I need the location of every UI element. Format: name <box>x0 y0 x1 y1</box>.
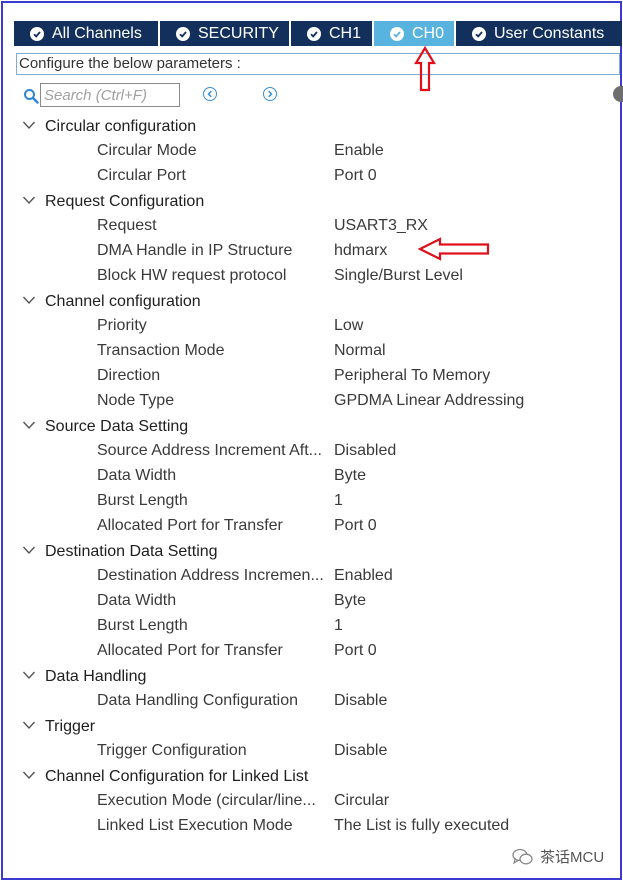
section-title: Request Configuration <box>45 193 205 210</box>
param-value[interactable]: Port 0 <box>334 163 377 188</box>
param-name: Data Width <box>97 467 177 484</box>
section-title: Source Data Setting <box>45 418 189 435</box>
tab-user-constants[interactable]: User Constants <box>456 21 622 46</box>
param-name: Source Address Increment Aft... <box>97 442 322 459</box>
tab-ch1[interactable]: CH1 <box>291 21 374 46</box>
chevron-down-icon[interactable] <box>22 188 36 205</box>
check-icon <box>390 26 404 41</box>
section-title: Data Handling <box>45 668 147 685</box>
param-name: Destination Address Incremen... <box>97 567 324 584</box>
section-title: Channel Configuration for Linked List <box>45 768 309 785</box>
tab-label: All Channels <box>52 24 142 42</box>
param-value[interactable]: Port 0 <box>334 638 377 663</box>
chevron-down-icon[interactable] <box>22 713 36 730</box>
param-value[interactable]: Disable <box>334 688 387 713</box>
param-value[interactable]: Enabled <box>334 563 393 588</box>
chat-bubble-icon <box>512 848 533 864</box>
section-header[interactable]: Circular configuration <box>22 113 196 138</box>
param-value[interactable]: hdmarx <box>334 238 387 263</box>
search-input[interactable] <box>40 83 180 107</box>
tab-all-channels[interactable]: All Channels <box>14 21 160 46</box>
param-value[interactable]: Circular <box>334 788 389 813</box>
param-name: Direction <box>97 367 161 384</box>
param-name: Allocated Port for Transfer <box>97 642 283 659</box>
chevron-left-icon <box>207 90 212 98</box>
tab-bar: All Channels SECURITY CH1 CH0 User Const… <box>14 21 622 46</box>
param-value[interactable]: 1 <box>334 613 343 638</box>
param-name: Circular Port <box>97 167 186 184</box>
chevron-down-icon[interactable] <box>22 413 36 430</box>
next-result-button[interactable] <box>263 87 277 101</box>
param-name: Trigger Configuration <box>97 742 247 759</box>
param-name: Data Width <box>97 592 177 609</box>
tab-ch0[interactable]: CH0 <box>374 21 456 46</box>
section-header[interactable]: Data Handling <box>22 663 146 688</box>
param-value[interactable]: USART3_RX <box>334 213 428 238</box>
param-name: Transaction Mode <box>97 342 225 359</box>
tab-security[interactable]: SECURITY <box>160 21 291 46</box>
annotation-arrow-up <box>414 46 436 92</box>
param-name: Allocated Port for Transfer <box>97 517 283 534</box>
tab-label: SECURITY <box>198 24 279 42</box>
param-name: Circular Mode <box>97 142 197 159</box>
param-value[interactable]: Byte <box>334 588 366 613</box>
param-name: Node Type <box>97 392 175 409</box>
section-title: Circular configuration <box>45 118 197 135</box>
param-value[interactable]: 1 <box>334 488 343 513</box>
chevron-down-icon[interactable] <box>22 538 36 555</box>
param-name: Block HW request protocol <box>97 267 287 284</box>
param-value[interactable]: The List is fully executed <box>334 813 509 838</box>
section-header[interactable]: Channel configuration <box>22 288 201 313</box>
tab-label: CH1 <box>329 24 362 42</box>
param-name: Linked List Execution Mode <box>97 817 293 834</box>
tab-label: User Constants <box>494 24 605 42</box>
param-value[interactable]: Peripheral To Memory <box>334 363 490 388</box>
chevron-right-icon <box>268 90 273 98</box>
param-value[interactable]: Disable <box>334 738 387 763</box>
param-value[interactable]: GPDMA Linear Addressing <box>334 388 524 413</box>
section-title: Channel configuration <box>45 293 201 310</box>
panel-edge-handle[interactable] <box>613 86 623 102</box>
section-header[interactable]: Request Configuration <box>22 188 204 213</box>
param-value[interactable]: Low <box>334 313 363 338</box>
watermark-text: 茶话MCU <box>540 849 605 866</box>
section-header[interactable]: Destination Data Setting <box>22 538 218 563</box>
tab-label: CH0 <box>412 24 445 42</box>
previous-result-button[interactable] <box>203 87 217 101</box>
param-name: Execution Mode (circular/line... <box>97 792 316 809</box>
annotation-arrow-left <box>418 237 490 261</box>
chevron-down-icon[interactable] <box>22 663 36 680</box>
chevron-down-icon[interactable] <box>22 763 36 780</box>
section-header[interactable]: Channel Configuration for Linked List <box>22 763 308 788</box>
chevron-down-icon[interactable] <box>22 288 36 305</box>
check-icon <box>472 26 486 41</box>
check-icon <box>30 26 44 41</box>
chevron-down-icon[interactable] <box>22 113 36 130</box>
section-title: Trigger <box>45 718 96 735</box>
section-header[interactable]: Source Data Setting <box>22 413 188 438</box>
check-icon <box>307 26 321 41</box>
param-value[interactable]: Normal <box>334 338 386 363</box>
param-value[interactable]: Byte <box>334 463 366 488</box>
param-value[interactable]: Single/Burst Level <box>334 263 463 288</box>
param-value[interactable]: Disabled <box>334 438 396 463</box>
check-icon <box>176 26 190 41</box>
param-name: Burst Length <box>97 492 188 509</box>
param-name: Data Handling Configuration <box>97 692 299 709</box>
param-name: Request <box>97 217 157 234</box>
search-icon[interactable] <box>23 88 39 104</box>
watermark: 茶话MCU <box>512 846 604 867</box>
param-name: Priority <box>97 317 147 334</box>
section-header[interactable]: Trigger <box>22 713 95 738</box>
config-header: Configure the below parameters : <box>16 53 620 75</box>
param-value[interactable]: Port 0 <box>334 513 377 538</box>
param-value[interactable]: Enable <box>334 138 384 163</box>
param-name: DMA Handle in IP Structure <box>97 242 293 259</box>
param-name: Burst Length <box>97 617 188 634</box>
section-title: Destination Data Setting <box>45 543 218 560</box>
